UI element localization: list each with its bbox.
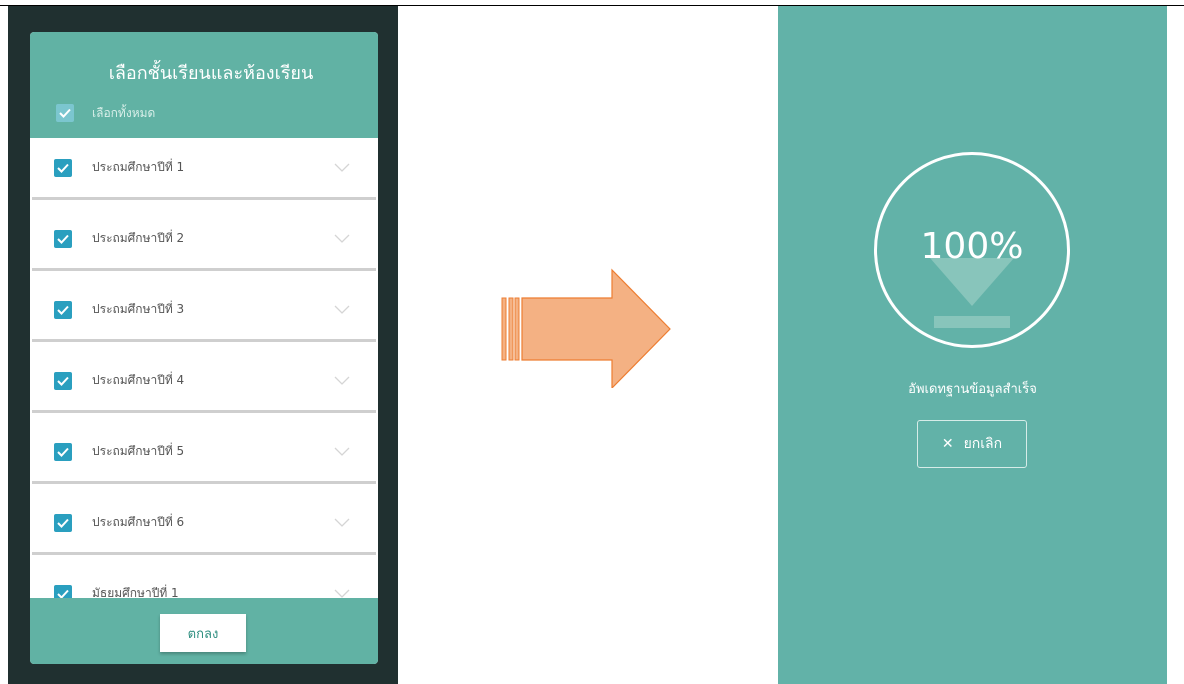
cancel-label: ยกเลิก xyxy=(963,436,1003,452)
item-label: ประถมศึกษาปีที่ 6 xyxy=(92,515,185,529)
right-screen: 100% อัพเดทฐานข้อมูลสำเร็จ ✕ ยกเลิก xyxy=(778,6,1167,684)
ok-button[interactable]: ตกลง xyxy=(160,614,246,652)
item-checkbox[interactable] xyxy=(54,300,72,319)
item-checkbox[interactable] xyxy=(54,371,72,390)
check-icon xyxy=(59,108,71,118)
status-text: อัพเดทฐานข้อมูลสำเร็จ xyxy=(908,382,1037,397)
select-all-checkbox[interactable] xyxy=(56,104,74,122)
check-icon xyxy=(57,376,69,386)
close-icon: ✕ xyxy=(941,436,954,452)
item-label: ประถมศึกษาปีที่ 3 xyxy=(92,302,185,316)
select-all-option[interactable]: เลือกทั้งหมด xyxy=(56,102,155,124)
class-list[interactable]: ประถมศึกษาปีที่ 1 ประถมศึกษาปีที่ 2 ประถ… xyxy=(30,138,378,598)
dialog-title: เลือกชั้นเรียนและห้องเรียน xyxy=(108,63,314,84)
list-item[interactable]: ประถมศึกษาปีที่ 1 xyxy=(32,138,376,200)
class-select-dialog: เลือกชั้นเรียนและห้องเรียน เลือกทั้งหมด … xyxy=(30,32,378,664)
right-arrow-icon xyxy=(501,268,671,388)
list-item[interactable]: ประถมศึกษาปีที่ 6 xyxy=(32,493,376,555)
chevron-down-icon[interactable] xyxy=(328,447,356,457)
progress-percent: 100% xyxy=(920,226,1024,267)
chevron-down-icon[interactable] xyxy=(328,589,356,599)
list-item[interactable]: มัธยมศึกษาปีที่ 1 xyxy=(32,564,376,598)
item-checkbox[interactable] xyxy=(54,513,72,532)
item-label: ประถมศึกษาปีที่ 2 xyxy=(92,231,185,245)
check-icon xyxy=(57,305,69,315)
item-label: ประถมศึกษาปีที่ 1 xyxy=(92,160,185,174)
check-icon xyxy=(57,589,69,598)
dialog-footer: ตกลง xyxy=(30,598,378,664)
list-item[interactable]: ประถมศึกษาปีที่ 4 xyxy=(32,351,376,413)
list-item[interactable]: ประถมศึกษาปีที่ 3 xyxy=(32,280,376,342)
check-icon xyxy=(57,234,69,244)
item-label: ประถมศึกษาปีที่ 4 xyxy=(92,373,185,387)
chevron-down-icon[interactable] xyxy=(328,163,356,173)
download-bar xyxy=(934,316,1010,328)
item-label: มัธยมศึกษาปีที่ 1 xyxy=(92,586,179,598)
item-label: ประถมศึกษาปีที่ 5 xyxy=(92,444,185,458)
list-item[interactable]: ประถมศึกษาปีที่ 2 xyxy=(32,209,376,271)
chevron-down-icon[interactable] xyxy=(328,518,356,528)
chevron-down-icon[interactable] xyxy=(328,305,356,315)
select-all-label: เลือกทั้งหมด xyxy=(92,105,156,120)
item-checkbox[interactable] xyxy=(54,442,72,461)
item-checkbox[interactable] xyxy=(54,229,72,248)
chevron-down-icon[interactable] xyxy=(328,376,356,386)
cancel-button[interactable]: ✕ ยกเลิก xyxy=(917,420,1027,468)
check-icon xyxy=(57,163,69,173)
item-checkbox[interactable] xyxy=(54,584,72,598)
list-item[interactable]: ประถมศึกษาปีที่ 5 xyxy=(32,422,376,484)
check-icon xyxy=(57,518,69,528)
chevron-down-icon[interactable] xyxy=(328,234,356,244)
dialog-header: เลือกชั้นเรียนและห้องเรียน เลือกทั้งหมด xyxy=(30,32,378,138)
check-icon xyxy=(57,447,69,457)
left-screen: เลือกชั้นเรียนและห้องเรียน เลือกทั้งหมด … xyxy=(8,6,398,684)
item-checkbox[interactable] xyxy=(54,158,72,177)
